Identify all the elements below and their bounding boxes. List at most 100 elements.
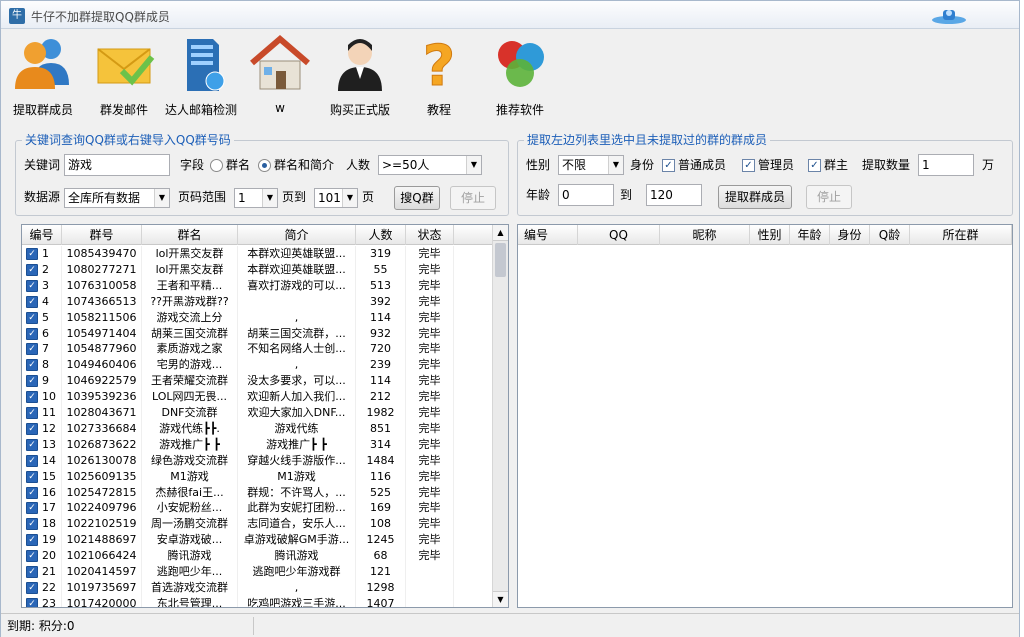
table-cell: 完毕	[406, 500, 454, 517]
row-checkbox[interactable]: ✓	[26, 597, 38, 607]
table-row[interactable]: ✓ 16 1025472815 杰赫很fai王... 群规：不许骂人，... 525 完毕	[22, 484, 492, 501]
column-header[interactable]: 人数	[356, 225, 406, 245]
extract-count-input[interactable]: 1	[918, 154, 974, 176]
row-checkbox[interactable]: ✓	[26, 550, 38, 563]
group-table-header: 编号 群号 群名 简介 人数 状态	[22, 225, 492, 245]
table-row[interactable]: ✓ 23 1017420000 东北号管理... 吃鸡吧游戏三手游... 1407	[22, 595, 492, 607]
column-header[interactable]: 群名	[142, 225, 238, 245]
row-checkbox[interactable]: ✓	[26, 295, 38, 308]
table-row[interactable]: ✓ 5 1058211506 游戏交流上分, 114 完毕	[22, 309, 492, 326]
role-member-checkbox[interactable]: ✓	[662, 159, 675, 172]
table-row[interactable]: ✓ 12 1027336684 游戏代练┣┣. 游戏代练 851 完毕	[22, 420, 492, 437]
server-icon	[187, 39, 225, 91]
table-row[interactable]: ✓ 17 1022409796 小安妮粉丝... 此群为安妮打团粉... 169 完毕	[22, 500, 492, 517]
row-checkbox[interactable]: ✓	[26, 263, 38, 276]
keyword-input[interactable]: 游戏	[64, 154, 170, 176]
column-header[interactable]: 编号	[22, 225, 62, 245]
table-row[interactable]: ✓ 18 1022102519 周一汤鹏交流群 志同道合，安乐人... 108 完毕	[22, 516, 492, 533]
column-header[interactable]: 群号	[62, 225, 142, 245]
source-value: 全库所有数据	[68, 191, 141, 205]
tool-email-check[interactable]: 达人邮箱检测	[161, 35, 241, 119]
scroll-thumb[interactable]	[495, 243, 506, 277]
table-row[interactable]: ✓ 15 1025609135 M1游戏 M1游戏 116 完毕	[22, 468, 492, 485]
column-header[interactable]: Q龄	[870, 225, 910, 245]
table-row[interactable]: ✓ 13 1026873622 游戏推广┣ ┣ 游戏推广┣ ┣ 314 完毕	[22, 436, 492, 453]
table-row[interactable]: ✓ 7 1054877960 素质游戏之家 不知名网络人士创... 720 完毕	[22, 341, 492, 358]
row-checkbox[interactable]: ✓	[26, 359, 38, 372]
search-group-button[interactable]: 搜Q群	[394, 186, 440, 210]
row-checkbox[interactable]: ✓	[26, 327, 38, 340]
row-checkbox[interactable]: ✓	[26, 470, 38, 483]
column-header[interactable]: 所在群	[910, 225, 1012, 245]
table-row[interactable]: ✓ 11 1028043671 DNF交流群 欢迎大家加入DNF... 1982 完毕	[22, 405, 492, 421]
table-row[interactable]: ✓ 14 1026130078 绿色游戏交流群 穿越火线手游版作... 1484 完毕	[22, 452, 492, 469]
row-checkbox[interactable]: ✓	[26, 502, 38, 515]
role-admin-label: 管理员	[758, 158, 795, 172]
column-header[interactable]: 状态	[406, 225, 454, 245]
table-row[interactable]: ✓ 20 1021066424 腾讯游戏 腾讯游戏 68 完毕	[22, 548, 492, 565]
tool-buy-full[interactable]: 购买正式版	[321, 35, 399, 119]
age-to-input[interactable]: 120	[646, 184, 702, 206]
table-cell: 完毕	[406, 293, 454, 310]
table-row[interactable]: ✓ 19 1021488697 安卓游戏破... 卓游戏破解GM手游... 1245 完毕	[22, 532, 492, 549]
column-header[interactable]: 编号	[518, 225, 578, 245]
row-checkbox[interactable]: ✓	[26, 311, 38, 324]
tool-tutorial[interactable]: ? 教程	[409, 35, 469, 119]
table-row[interactable]: ✓ 22 1019735697 首选游戏交流群, 1298	[22, 579, 492, 596]
table-row[interactable]: ✓ 6 1054971404 胡莱三国交流群 胡莱三国交流群，... 932 完毕	[22, 325, 492, 342]
table-row[interactable]: ✓ 8 1049460406 宅男的游戏..., 239 完毕	[22, 357, 492, 374]
row-checkbox[interactable]: ✓	[26, 343, 38, 356]
tool-recommend[interactable]: 推荐软件	[485, 35, 555, 119]
row-checkbox[interactable]: ✓	[26, 279, 38, 292]
column-header[interactable]: QQ	[578, 225, 660, 245]
table-cell: 12	[42, 420, 62, 437]
row-checkbox[interactable]: ✓	[26, 581, 38, 594]
row-checkbox[interactable]: ✓	[26, 438, 38, 451]
table-row[interactable]: ✓ 21 1020414597 逃跑吧少年... 逃跑吧少年游戏群 121	[22, 564, 492, 580]
column-header[interactable]: 昵称	[660, 225, 750, 245]
row-checkbox[interactable]: ✓	[26, 248, 38, 260]
tool-extract-members[interactable]: 提取群成员	[5, 35, 81, 119]
extract-members-button[interactable]: 提取群成员	[718, 185, 792, 209]
page-from-select[interactable]: 1 ▼	[234, 188, 278, 208]
table-row[interactable]: ✓ 2 1080277271 lol开黑交友群 本群欢迎英雄联盟... 55 完毕	[22, 261, 492, 278]
scroll-down-icon[interactable]: ▼	[493, 591, 508, 607]
row-checkbox[interactable]: ✓	[26, 422, 38, 435]
scroll-up-icon[interactable]: ▲	[493, 225, 508, 241]
row-checkbox[interactable]: ✓	[26, 534, 38, 547]
table-cell: 完毕	[406, 261, 454, 278]
page-to-select[interactable]: 101 ▼	[314, 188, 358, 208]
column-header[interactable]: 年龄	[790, 225, 830, 245]
column-header[interactable]: 简介	[238, 225, 356, 245]
chevron-down-icon: ▼	[608, 156, 623, 174]
role-owner-checkbox[interactable]: ✓	[808, 159, 821, 172]
extract-stop-button[interactable]: 停止	[806, 185, 852, 209]
tool-home[interactable]: w	[247, 35, 313, 119]
row-checkbox[interactable]: ✓	[26, 454, 38, 467]
field-radio-name[interactable]	[210, 159, 223, 172]
column-header[interactable]: 身份	[830, 225, 870, 245]
group-table-scrollbar[interactable]: ▲ ▼	[492, 225, 508, 607]
column-header[interactable]: 性别	[750, 225, 790, 245]
table-cell: 1025609135	[62, 468, 142, 485]
table-row[interactable]: ✓ 9 1046922579 王者荣耀交流群 没太多要求，可以... 114 完毕	[22, 373, 492, 390]
gender-select[interactable]: 不限 ▼	[558, 155, 624, 175]
row-checkbox[interactable]: ✓	[26, 518, 38, 531]
search-stop-button[interactable]: 停止	[450, 186, 496, 210]
table-row[interactable]: ✓ 4 1074366513 ??开黑游戏群?? 392 完毕	[22, 293, 492, 310]
age-from-input[interactable]: 0	[558, 184, 614, 206]
role-admin-checkbox[interactable]: ✓	[742, 159, 755, 172]
row-checkbox[interactable]: ✓	[26, 486, 38, 499]
tool-mass-mail[interactable]: 群发邮件	[89, 35, 159, 119]
row-checkbox[interactable]: ✓	[26, 375, 38, 388]
row-checkbox[interactable]: ✓	[26, 407, 38, 419]
source-select[interactable]: 全库所有数据 ▼	[64, 188, 170, 208]
table-row[interactable]: ✓ 10 1039539236 LOL网四无畏... 欢迎新人加入我们... 212 完毕	[22, 389, 492, 406]
row-checkbox[interactable]: ✓	[26, 566, 38, 578]
table-row[interactable]: ✓ 1 1085439470 lol开黑交友群 本群欢迎英雄联盟... 319 完毕	[22, 246, 492, 262]
field-radio-name-intro[interactable]	[258, 159, 271, 172]
row-checkbox[interactable]: ✓	[26, 391, 38, 404]
table-row[interactable]: ✓ 3 1076310058 王者和平精... 喜欢打游戏的可以... 513 完毕	[22, 277, 492, 294]
skin-icon[interactable]	[929, 7, 969, 25]
people-select[interactable]: >=50人 ▼	[378, 155, 482, 175]
